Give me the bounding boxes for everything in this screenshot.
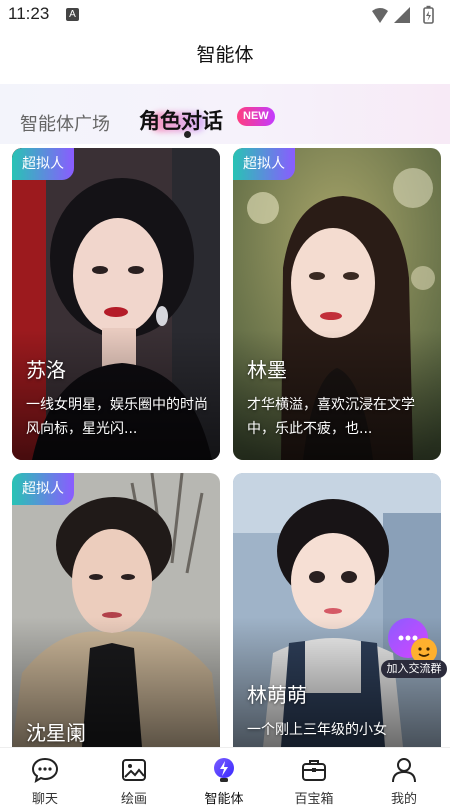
character-description: 才华横溢，喜欢沉浸在文学中，乐此不疲，也... (247, 397, 415, 437)
character-name: 苏洛 (26, 358, 66, 382)
new-badge: NEW (237, 107, 275, 126)
join-group-label: 加入交流群 (381, 660, 447, 678)
nav-label: 绘画 (120, 792, 147, 807)
nav-item-chat[interactable]: 聊天 (0, 748, 90, 811)
status-bar: 11:23 A (0, 0, 450, 30)
character-description: 一个刚上三年级的小女 (247, 722, 387, 738)
character-card[interactable]: 超拟人 苏洛 一线女明星，娱乐圈中的时尚风向标，星光闪... (12, 148, 220, 460)
page-title: 智能体 (196, 44, 254, 66)
bottom-nav: 聊天 绘画 智能体 百宝箱 我的 (0, 747, 450, 811)
notification-icon: A (66, 8, 79, 21)
nav-label: 智能体 (204, 792, 244, 807)
status-time: 11:23 (8, 4, 50, 23)
nav-item-profile[interactable]: 我的 (359, 748, 449, 811)
nav-item-painting[interactable]: 绘画 (89, 748, 179, 811)
character-card[interactable]: 超拟人 林墨 才华横溢，喜欢沉浸在文学中，乐此不疲，也... (233, 148, 441, 460)
nav-item-agent[interactable]: 智能体 (179, 748, 269, 811)
character-name: 林墨 (247, 358, 287, 382)
picture-icon (122, 759, 146, 781)
nav-item-toolbox[interactable]: 百宝箱 (269, 748, 359, 811)
toolbox-icon (302, 760, 326, 781)
character-card[interactable]: 超拟人 沈星阑 (12, 473, 220, 747)
hyper-real-badge: 超拟人 (233, 148, 295, 180)
signal-icon (394, 7, 410, 23)
nav-label: 聊天 (31, 792, 58, 807)
hyper-real-badge: 超拟人 (12, 148, 74, 180)
profile-icon (392, 758, 416, 783)
hyper-real-badge: 超拟人 (12, 473, 74, 505)
agent-bulb-icon (214, 758, 234, 782)
nav-label: 百宝箱 (294, 792, 334, 807)
character-name: 林萌萌 (247, 683, 307, 707)
active-tab-indicator (184, 131, 191, 138)
chat-icon (31, 757, 59, 784)
character-description: 一线女明星，娱乐圈中的时尚风向标，星光闪... (26, 397, 208, 437)
character-card[interactable]: 林萌萌 一个刚上三年级的小女 (233, 473, 441, 747)
join-group-button[interactable]: 加入交流群 (381, 618, 447, 680)
system-status-icons (372, 5, 434, 24)
tab-agent-square[interactable]: 智能体广场 (20, 110, 110, 136)
nav-label: 我的 (390, 792, 417, 807)
character-name: 沈星阑 (26, 721, 86, 745)
tab-role-chat[interactable]: 角色对话 (139, 105, 223, 135)
wifi-icon (372, 8, 388, 23)
